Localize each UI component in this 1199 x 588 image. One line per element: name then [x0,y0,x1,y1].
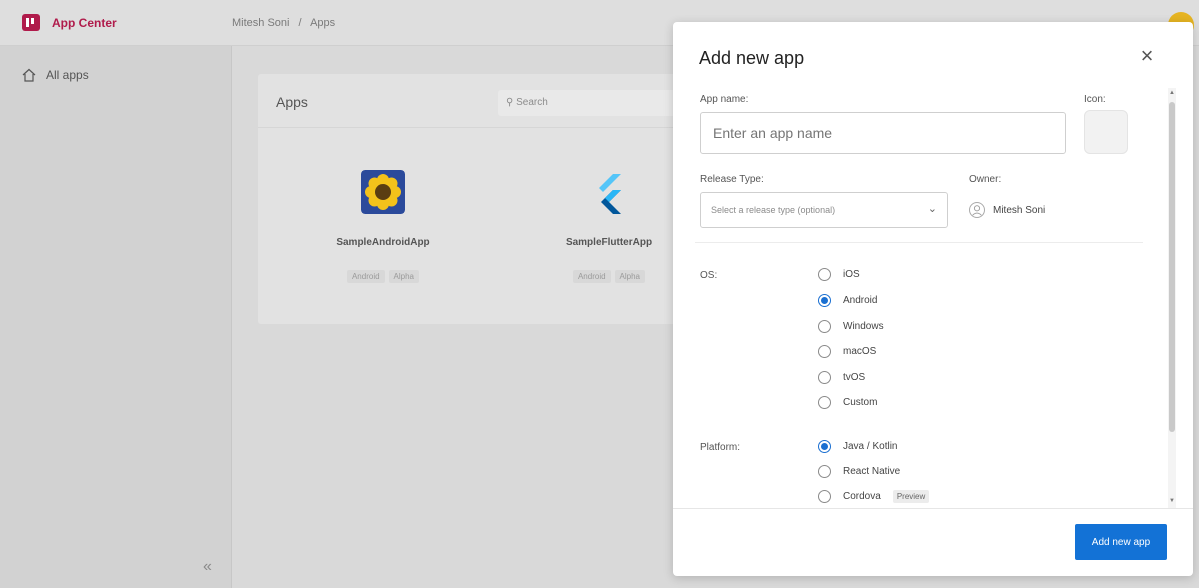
person-icon [969,202,985,218]
divider [695,242,1143,243]
radio-button[interactable] [818,345,831,358]
radio-label: Android [843,295,878,306]
app-tags: Android Alpha [524,270,694,283]
dialog-title: Add new app [699,48,805,68]
tag-release: Alpha [388,270,420,283]
apps-panel-title: Apps [276,94,308,110]
radio-button[interactable] [818,396,831,409]
radio-button[interactable] [818,490,831,503]
app-center-logo-icon[interactable] [22,14,40,31]
platform-option-cordova[interactable]: Cordova Preview [818,490,930,503]
app-card-sample-android[interactable]: SampleAndroidApp Android Alpha [298,170,468,283]
footer-divider [673,508,1193,509]
app-card-sample-flutter[interactable]: SampleFlutterApp Android Alpha [524,170,694,283]
os-label: OS: [700,270,718,281]
app-name: SampleAndroidApp [336,237,430,248]
flutter-app-icon [599,174,621,214]
radio-label: tvOS [843,372,866,383]
os-option-custom[interactable]: Custom [818,396,877,409]
sidebar-item-all-apps[interactable]: All apps [22,68,89,82]
radio-button[interactable] [818,320,831,333]
release-type-select[interactable]: Select a release type (optional) ⌄ [700,192,948,228]
platform-label: Platform: [700,442,741,453]
collapse-sidebar-icon[interactable]: « [203,558,212,576]
app-name-input[interactable] [700,112,1066,154]
os-option-macos[interactable]: macOS [818,345,876,358]
platform-option-java-kotlin[interactable]: Java / Kotlin [818,440,897,453]
tag-release: Alpha [614,270,646,283]
close-icon[interactable]: × [1135,44,1159,68]
radio-button[interactable] [818,371,831,384]
os-option-ios[interactable]: iOS [818,268,860,281]
radio-label: Windows [843,321,884,332]
home-icon [22,68,36,82]
platform-option-react-native[interactable]: React Native [818,465,900,478]
radio-button-selected[interactable] [818,440,831,453]
tag-os: Android [346,270,385,283]
release-type-label: Release Type: [700,174,764,185]
breadcrumb-page[interactable]: Apps [310,17,335,29]
radio-label: iOS [843,269,860,280]
scrollbar-thumb[interactable] [1169,102,1175,432]
radio-button[interactable] [818,268,831,281]
apps-panel: Apps ⚲ Search SampleAndroidApp Android A… [258,74,728,324]
os-option-android[interactable]: Android [818,294,877,307]
app-title[interactable]: App Center [52,16,117,30]
owner-name: Mitesh Soni [993,204,1046,216]
breadcrumb-separator: / [298,17,302,29]
breadcrumb-owner[interactable]: Mitesh Soni [232,17,289,29]
sunflower-app-icon [361,170,405,214]
app-name-label: App name: [700,94,749,105]
app-name: SampleFlutterApp [565,237,653,248]
radio-label: macOS [843,346,877,357]
search-placeholder: Search [516,97,548,108]
sidebar-item-label: All apps [46,68,89,82]
search-input[interactable]: ⚲ Search [498,90,678,116]
radio-label: Custom [843,397,878,408]
breadcrumb: Mitesh Soni / Apps [232,17,335,29]
app-tags: Android Alpha [298,270,468,283]
scroll-up-icon[interactable]: ▲ [1168,90,1176,96]
icon-label: Icon: [1084,94,1106,105]
os-option-windows[interactable]: Windows [818,320,884,333]
preview-badge: Preview [892,490,930,503]
chevron-down-icon: ⌄ [927,203,937,215]
apps-panel-header: Apps ⚲ Search [258,74,728,128]
radio-label: Cordova [843,491,881,502]
radio-button-selected[interactable] [818,294,831,307]
radio-button[interactable] [818,465,831,478]
owner-label: Owner: [969,174,1002,185]
add-new-app-button[interactable]: Add new app [1075,524,1167,560]
release-type-placeholder: Select a release type (optional) [711,205,836,215]
icon-upload[interactable] [1084,110,1128,154]
sidebar: All apps « [0,46,232,588]
tag-os: Android [572,270,611,283]
os-option-tvos[interactable]: tvOS [818,371,865,384]
owner-field[interactable]: Mitesh Soni [969,202,1045,218]
radio-label: Java / Kotlin [843,441,898,452]
dialog-scrollbar[interactable]: ▲ ▼ [1168,88,1176,508]
radio-label: React Native [843,466,901,477]
scroll-down-icon[interactable]: ▼ [1168,498,1176,504]
add-new-app-dialog: Add new app × App name: Icon: Release Ty… [673,22,1193,576]
search-icon: ⚲ [506,97,514,108]
